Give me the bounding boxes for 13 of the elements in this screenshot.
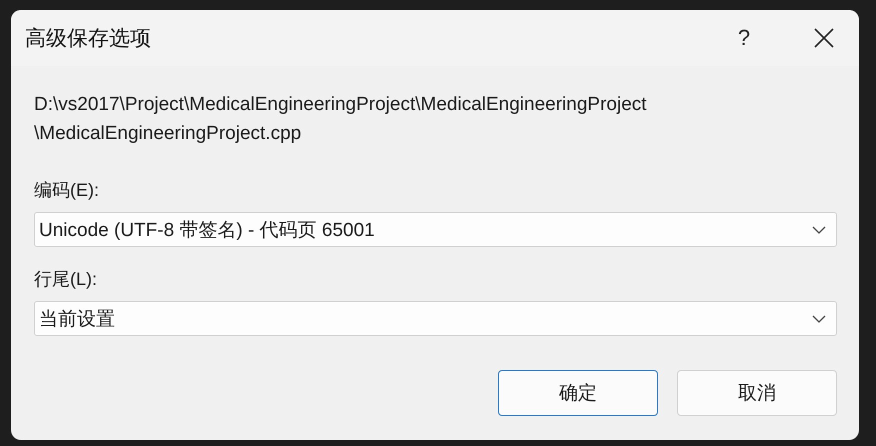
- dialog-button[interactable]: 确定: [498, 370, 658, 416]
- dropdown[interactable]: 当前设置: [34, 301, 837, 336]
- close-icon: [813, 27, 835, 49]
- file-path: D:\vs2017\Project\MedicalEngineeringProject\MedicalEngineeringProject: [34, 93, 648, 117]
- window-title: 高级保存选项: [25, 26, 152, 52]
- file-path: \MedicalEngineeringProject.cpp: [34, 122, 302, 146]
- chevron-down-icon: [812, 226, 826, 234]
- chevron-down-icon: [812, 314, 826, 322]
- dialog-button[interactable]: 取消: [677, 370, 837, 416]
- help-button[interactable]: ?: [709, 10, 779, 66]
- field-label: 编码(E):: [34, 179, 100, 202]
- field-label: 行尾(L):: [34, 268, 98, 291]
- dropdown[interactable]: Unicode (UTF-8 带签名) - 代码页 65001: [34, 212, 837, 247]
